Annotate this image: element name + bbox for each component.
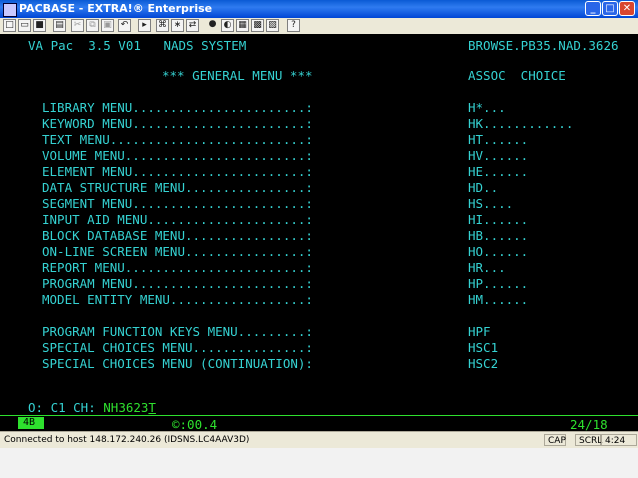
clock: 4:24 PM: [601, 434, 637, 458]
new-icon[interactable]: □: [3, 19, 16, 32]
paste-icon[interactable]: ▣: [101, 19, 114, 32]
choice-header: ASSOC CHOICE: [468, 68, 566, 83]
menu-item-label: ELEMENT MENU.......................:: [42, 164, 313, 179]
window-title: PACBASE - EXTRA!® Enterprise: [19, 2, 213, 15]
record-icon[interactable]: ◐: [221, 19, 234, 32]
oia-divider: [0, 415, 638, 416]
status-bar: Connected to host 148.172.240.26 (IDSNS.…: [0, 431, 638, 458]
open-icon[interactable]: ▭: [18, 19, 31, 32]
session-indicator: 4B: [18, 417, 40, 429]
undo-icon[interactable]: ↶: [118, 19, 131, 32]
title-bar: PACBASE - EXTRA!® Enterprise _ □ ✕: [0, 0, 638, 18]
menu-item-label: PROGRAM MENU.......................:: [42, 276, 313, 291]
desktop-area: [0, 448, 638, 478]
connection-status: Connected to host 148.172.240.26 (IDSNS.…: [4, 435, 250, 445]
menu-title: *** GENERAL MENU ***: [162, 68, 313, 83]
menu-item-choice[interactable]: HSC2: [468, 357, 498, 371]
transfer-icon[interactable]: ⇄: [186, 19, 199, 32]
menu-item-choice[interactable]: HSC1: [468, 341, 498, 355]
save-icon[interactable]: ■: [33, 19, 46, 32]
options-icon[interactable]: ▧: [266, 19, 279, 32]
command-line[interactable]: O: C1 CH: NH3623T: [28, 401, 156, 415]
menu-item-choice[interactable]: HM......: [468, 293, 528, 307]
caps-indicator: CAP: [544, 434, 566, 446]
menu-item-choice[interactable]: HB......: [468, 229, 528, 243]
cut-icon[interactable]: ✂: [71, 19, 84, 32]
terminal-screen[interactable]: VA Pac 3.5 V01 NADS SYSTEM BROWSE.PB35.N…: [0, 34, 638, 431]
macro-icon[interactable]: ▸: [138, 19, 151, 32]
menu-item-label: INPUT AID MENU.....................:: [42, 212, 313, 227]
menu-item-choice[interactable]: HI......: [468, 213, 528, 227]
cursor-position: 24/18: [570, 417, 608, 432]
menu-item-label: DATA STRUCTURE MENU................:: [42, 180, 313, 195]
toolbar-icon[interactable]: ∗: [171, 19, 184, 32]
help-icon[interactable]: ?: [287, 19, 300, 32]
menu-item-choice[interactable]: HK............: [468, 117, 573, 131]
menu-item-label: KEYWORD MENU.......................:: [42, 116, 313, 131]
menu-item-choice[interactable]: HD..: [468, 181, 498, 195]
close-button[interactable]: ✕: [619, 1, 635, 16]
menu-item-label: SPECIAL CHOICES MENU (CONTINUATION):: [42, 356, 313, 371]
menu-item-label: PROGRAM FUNCTION KEYS MENU.........:: [42, 324, 313, 339]
browse-id: BROWSE.PB35.NAD.3626: [468, 38, 619, 53]
menu-item-label: LIBRARY MENU.......................:: [42, 100, 313, 115]
session-indicator-bar: [40, 417, 44, 429]
command-prefix: O: C1 CH:: [28, 400, 104, 415]
text-cursor: T: [148, 400, 156, 415]
quickpad-icon[interactable]: ⌘: [156, 19, 169, 32]
menu-item-choice[interactable]: HP......: [468, 277, 528, 291]
menu-item-choice[interactable]: HO......: [468, 245, 528, 259]
properties-icon[interactable]: ▩: [251, 19, 264, 32]
hotspot-icon[interactable]: ●: [206, 19, 219, 32]
app-icon: [3, 3, 17, 17]
menu-item-choice[interactable]: HV......: [468, 149, 528, 163]
response-timer: ©:00.4: [172, 417, 218, 432]
menu-item-choice[interactable]: HR...: [468, 261, 506, 275]
play-icon[interactable]: ▦: [236, 19, 249, 32]
copy-icon[interactable]: ⧉: [86, 19, 99, 32]
print-icon[interactable]: ▤: [53, 19, 66, 32]
maximize-button[interactable]: □: [602, 1, 618, 16]
menu-item-choice[interactable]: HPF: [468, 325, 491, 339]
menu-item-label: VOLUME MENU........................:: [42, 148, 313, 163]
menu-item-label: MODEL ENTITY MENU..................:: [42, 292, 313, 307]
menu-item-label: SEGMENT MENU.......................:: [42, 196, 313, 211]
toolbar: □ ▭ ■ ▤ ✂ ⧉ ▣ ↶ ▸ ⌘ ∗ ⇄ ● ◐ ▦ ▩ ▧ ?: [0, 18, 638, 35]
menu-item-choice[interactable]: HT......: [468, 133, 528, 147]
menu-item-label: BLOCK DATABASE MENU................:: [42, 228, 313, 243]
menu-item-label: REPORT MENU........................:: [42, 260, 313, 275]
menu-item-label: ON-LINE SCREEN MENU................:: [42, 244, 313, 259]
menu-item-choice[interactable]: HE......: [468, 165, 528, 179]
menu-item-label: TEXT MENU..........................:: [42, 132, 313, 147]
system-header: VA Pac 3.5 V01 NADS SYSTEM: [28, 38, 247, 53]
menu-item-choice[interactable]: H*...: [468, 101, 506, 115]
minimize-button[interactable]: _: [585, 1, 601, 16]
command-input[interactable]: NH3623: [103, 400, 148, 415]
scroll-indicator: SCRL: [575, 434, 602, 446]
menu-item-choice[interactable]: HS....: [468, 197, 513, 211]
menu-item-label: SPECIAL CHOICES MENU...............:: [42, 340, 313, 355]
